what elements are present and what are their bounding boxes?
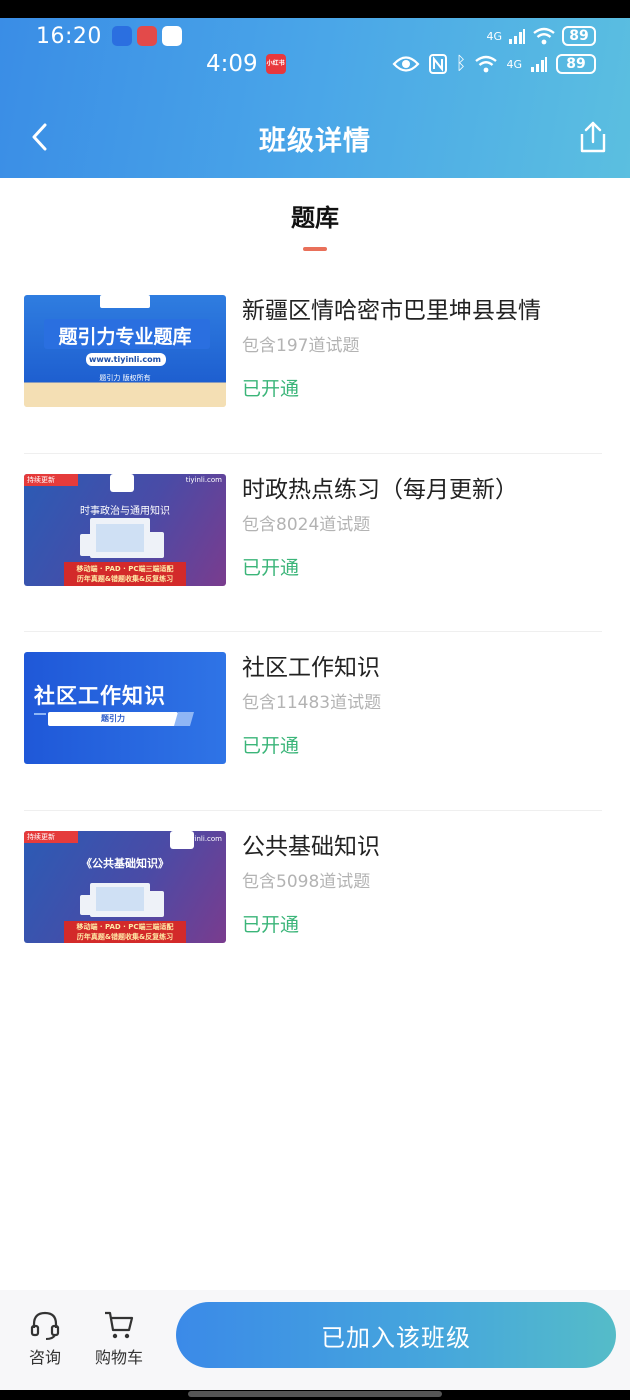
thumb-band-1: 移动端 · PAD · PC端三端适配: [76, 922, 174, 931]
item-info: 新疆区情哈密市巴里坤县县情 包含197道试题 已开通: [242, 293, 602, 401]
thumb-headline: 时事政治与通用知识: [80, 505, 170, 517]
nfc-icon: [428, 54, 447, 74]
bluetooth-icon: ᛒ: [455, 53, 467, 74]
thumb-sub: 题引力: [101, 714, 125, 724]
list-item[interactable]: 持续更新 tiyinli.com 《公共基础知识》 移动端 · PAD · PC…: [24, 811, 602, 990]
status-time: 16:20: [36, 23, 102, 49]
item-status: 已开通: [242, 556, 300, 579]
item-title: 时政热点练习（每月更新）: [242, 476, 518, 503]
status-bar-inner: 4:09 小红书 ᛒ 4G 89: [206, 48, 596, 80]
thumb-band-2: 历年真题&错题收集&反复练习: [76, 574, 174, 583]
item-info: 社区工作知识 包含11483道试题 已开通: [242, 650, 602, 758]
cart-button[interactable]: 购物车: [90, 1310, 148, 1368]
status-right: ᛒ 4G 89: [392, 53, 596, 75]
thumb-badge: 持续更新: [27, 832, 55, 841]
thumb-url: www.tiyinli.com: [88, 355, 161, 364]
back-chevron-icon[interactable]: [26, 122, 56, 152]
list-item[interactable]: 题引力专业题库 www.tiyinli.com 题引力 版权所有 新疆区情哈密市…: [24, 275, 602, 454]
wifi-icon: [475, 55, 498, 73]
status-right: 4G 89: [486, 26, 596, 46]
notification-icons: [111, 26, 182, 46]
tab-indicator: [303, 247, 327, 251]
home-indicator[interactable]: [188, 1391, 442, 1397]
wifi-icon: [533, 27, 555, 45]
consult-button[interactable]: 咨询: [22, 1310, 68, 1368]
thumb-headline: 题引力专业题库: [58, 326, 192, 348]
item-info: 公共基础知识 包含5098道试题 已开通: [242, 829, 602, 937]
app-screen: 16:20 4G 89 4:09 小红书 ᛒ 4G 89 班级详情 题库 题引力…: [0, 18, 630, 1390]
headset-icon: [30, 1311, 60, 1340]
signal-icon: [509, 29, 525, 44]
thumb-site: tiyinli.com: [185, 475, 222, 484]
thumb-site: tiyinli.com: [185, 834, 222, 843]
course-thumbnail: 题引力专业题库 www.tiyinli.com 题引力 版权所有: [24, 295, 226, 407]
status-time: 4:09: [206, 51, 258, 77]
item-title: 公共基础知识: [242, 833, 380, 860]
thumb-headline: 社区工作知识: [34, 684, 166, 709]
item-count: 包含8024道试题: [242, 514, 371, 535]
thumb-badge: 持续更新: [27, 475, 55, 484]
item-count: 包含197道试题: [242, 336, 360, 356]
joined-class-button[interactable]: 已加入该班级: [176, 1302, 616, 1368]
tab-label: 题库: [291, 204, 339, 232]
consult-label: 咨询: [28, 1348, 61, 1367]
header: 16:20 4G 89 4:09 小红书 ᛒ 4G 89 班级详情: [0, 18, 630, 178]
app-notification-icon: [111, 26, 132, 46]
app-notification-icon: [136, 26, 157, 46]
thumb-footer: 题引力 版权所有: [99, 374, 151, 382]
cart-label: 购物车: [94, 1348, 143, 1367]
cart-icon: [105, 1311, 134, 1339]
course-thumbnail: 持续更新 tiyinli.com 时事政治与通用知识 移动端 · PAD · P…: [24, 473, 226, 586]
thumb-band-1: 移动端 · PAD · PC端三端适配: [76, 564, 174, 573]
list-item[interactable]: 持续更新 tiyinli.com 时事政治与通用知识 移动端 · PAD · P…: [24, 454, 602, 633]
app-notification-icon: [161, 26, 182, 46]
course-thumbnail: 社区工作知识 题引力: [24, 652, 226, 765]
question-bank-list: 题引力专业题库 www.tiyinli.com 题引力 版权所有 新疆区情哈密市…: [24, 275, 602, 989]
page-title: 班级详情: [259, 125, 371, 157]
signal-icon: [531, 57, 547, 72]
thumb-band-2: 历年真题&错题收集&反复练习: [76, 932, 174, 941]
item-title: 社区工作知识: [242, 655, 380, 682]
item-status: 已开通: [242, 735, 300, 758]
tab-question-bank[interactable]: 题库: [0, 198, 630, 251]
item-info: 时政热点练习（每月更新） 包含8024道试题 已开通: [242, 472, 602, 580]
battery-icon: 89: [562, 26, 596, 46]
item-status: 已开通: [242, 378, 300, 400]
item-title: 新疆区情哈密市巴里坤县县情: [242, 298, 541, 324]
network-label: 4G: [506, 57, 522, 71]
battery-icon: 89: [556, 54, 596, 74]
nav-bar: 班级详情: [0, 108, 630, 168]
network-label: 4G: [486, 29, 502, 43]
item-status: 已开通: [242, 913, 300, 936]
eye-icon: [392, 56, 420, 72]
share-icon[interactable]: [578, 120, 608, 154]
list-item[interactable]: 社区工作知识 题引力 社区工作知识 包含11483道试题 已开通: [24, 632, 602, 811]
item-count: 包含5098道试题: [242, 871, 371, 892]
xiaohongshu-icon: 小红书: [265, 54, 286, 74]
course-thumbnail: 持续更新 tiyinli.com 《公共基础知识》 移动端 · PAD · PC…: [24, 830, 226, 943]
item-count: 包含11483道试题: [242, 693, 382, 714]
bottom-action-bar: 咨询 购物车 已加入该班级: [0, 1290, 630, 1390]
thumb-headline: 《公共基础知识》: [81, 856, 169, 870]
